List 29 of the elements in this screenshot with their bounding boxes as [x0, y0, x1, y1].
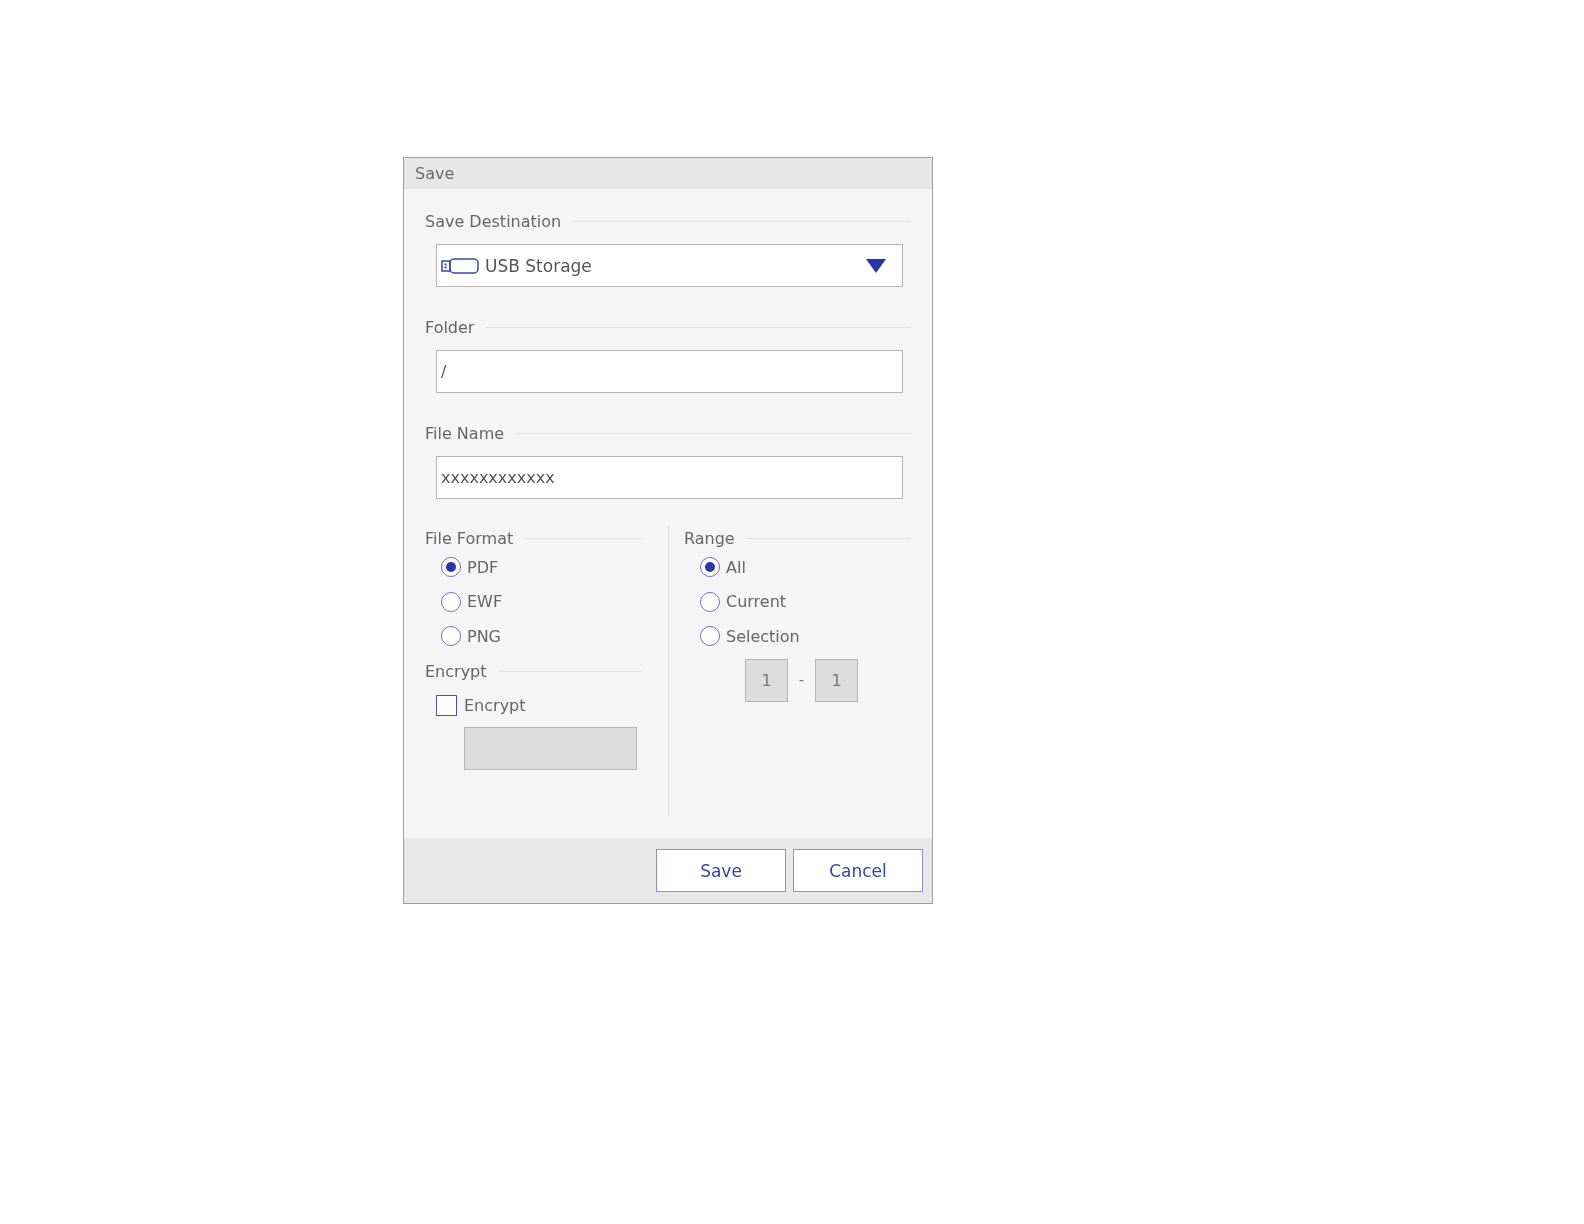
section-label: Range	[684, 528, 735, 548]
radio-label: Current	[726, 592, 787, 612]
dialog-button[interactable]: Save	[656, 849, 786, 892]
radio-button[interactable]	[441, 591, 461, 612]
radio-label: PDF	[467, 557, 499, 577]
section-label: Encrypt	[425, 662, 487, 681]
section-label: File Format	[425, 528, 514, 548]
radio-button[interactable]	[441, 626, 461, 647]
radio-label: PNG	[467, 626, 501, 646]
radio-button[interactable]	[700, 626, 720, 647]
section-label: Save Destination	[425, 211, 562, 231]
window-title: Save	[415, 164, 455, 183]
radio-label: All	[726, 557, 746, 577]
range-separator: -	[797, 672, 806, 688]
checkbox-label: Encrypt	[464, 696, 526, 715]
usb-drive-icon	[441, 257, 479, 274]
caret-icon	[866, 258, 886, 273]
file-name-field[interactable]: xxxxxxxxxxxx	[436, 456, 903, 499]
radio-label: Selection	[726, 626, 800, 646]
checkbox[interactable]	[436, 695, 457, 716]
radio-button[interactable]	[700, 557, 720, 578]
folder-field[interactable]: /	[436, 350, 903, 393]
section-label: File Name	[425, 423, 505, 443]
section-label: Folder	[425, 317, 475, 337]
destination-dropdown[interactable]: USB Storage	[436, 244, 903, 287]
dialog-button[interactable]: Cancel	[793, 849, 923, 892]
radio-label: EWF	[467, 592, 503, 612]
radio-button[interactable]	[441, 557, 461, 578]
radio-button[interactable]	[700, 591, 720, 612]
